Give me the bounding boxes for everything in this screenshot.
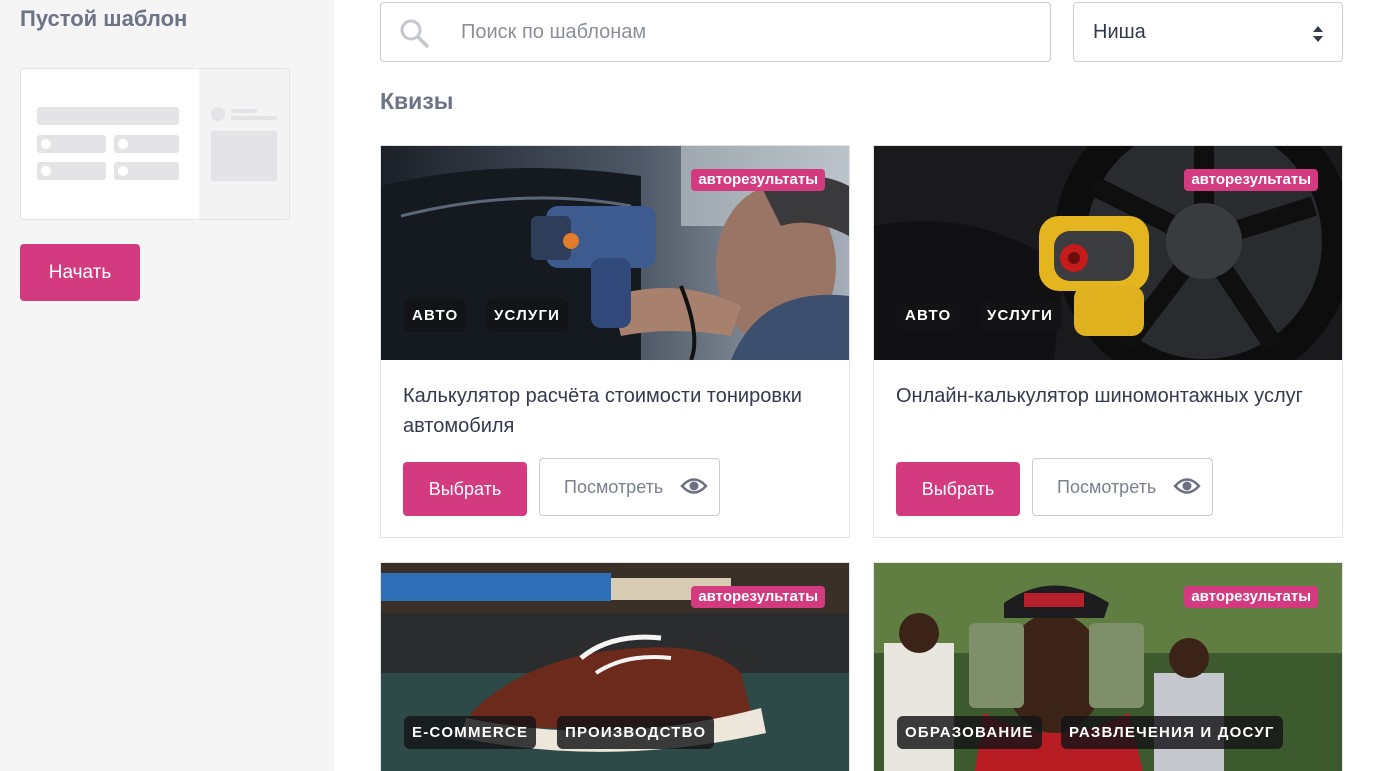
- preview-skeleton-line: [231, 109, 257, 113]
- tag-badge: E-COMMERCE: [404, 716, 537, 749]
- preview-button[interactable]: Посмотреть: [539, 458, 720, 516]
- template-card: авторезультаты АВТО УСЛУГИ Онлайн-кальку…: [873, 145, 1343, 538]
- tag-badge: ОБРАЗОВАНИЕ: [897, 716, 1042, 749]
- auto-results-badge: авторезультаты: [691, 169, 825, 191]
- tag-badge: УСЛУГИ: [486, 299, 569, 332]
- template-card: авторезультаты АВТО УСЛУГИ Калькулятор р…: [380, 145, 850, 538]
- eye-icon: [680, 478, 708, 494]
- niche-select-value: Ниша: [1093, 21, 1146, 43]
- niche-select[interactable]: Ниша: [1073, 2, 1343, 62]
- blank-template-title: Пустой шаблон: [20, 6, 188, 31]
- preview-side-panel: [199, 69, 289, 219]
- tag-badge: АВТО: [404, 299, 467, 332]
- tag-badge: РАЗВЛЕЧЕНИЯ И ДОСУГ: [1061, 716, 1283, 749]
- preview-skeleton-radio: [118, 166, 128, 176]
- card-image[interactable]: авторезультаты АВТО УСЛУГИ: [381, 146, 849, 360]
- preview-skeleton-image: [211, 131, 277, 181]
- auto-results-badge: авторезультаты: [691, 586, 825, 608]
- sidebar: Пустой шаблон Начать: [0, 0, 334, 771]
- card-image[interactable]: авторезультаты E-COMMERCE ПРОИЗВОДСТВО: [381, 563, 849, 771]
- preview-skeleton-avatar: [211, 107, 225, 121]
- auto-results-badge: авторезультаты: [1184, 169, 1318, 191]
- preview-button-label: Посмотреть: [564, 477, 664, 497]
- tag-badge: ПРОИЗВОДСТВО: [557, 716, 715, 749]
- card-title[interactable]: Калькулятор расчёта стоимости тонировки …: [403, 381, 823, 441]
- search-icon: [400, 19, 429, 48]
- card-title[interactable]: Онлайн-калькулятор шиномонтажных услуг: [896, 381, 1316, 411]
- auto-results-badge: авторезультаты: [1184, 586, 1318, 608]
- sort-arrows-icon: [1313, 26, 1323, 42]
- choose-button[interactable]: Выбрать: [403, 462, 527, 516]
- template-card: авторезультаты E-COMMERCE ПРОИЗВОДСТВО: [380, 562, 850, 771]
- start-button[interactable]: Начать: [20, 244, 140, 301]
- card-image[interactable]: авторезультаты ОБРАЗОВАНИЕ РАЗВЛЕЧЕНИЯ И…: [874, 563, 1342, 771]
- template-search: [380, 2, 1051, 62]
- preview-skeleton-radio: [41, 166, 51, 176]
- preview-button[interactable]: Посмотреть: [1032, 458, 1213, 516]
- template-card: авторезультаты ОБРАЗОВАНИЕ РАЗВЛЕЧЕНИЯ И…: [873, 562, 1343, 771]
- blank-template-preview[interactable]: [20, 68, 290, 220]
- preview-skeleton-radio: [118, 139, 128, 149]
- preview-skeleton-radio: [41, 139, 51, 149]
- section-title-quizzes: Квизы: [380, 88, 454, 114]
- search-input[interactable]: [461, 3, 1021, 61]
- choose-button[interactable]: Выбрать: [896, 462, 1020, 516]
- tag-badge: УСЛУГИ: [979, 299, 1062, 332]
- tag-badge: АВТО: [897, 299, 960, 332]
- preview-skeleton-bar: [37, 107, 179, 125]
- eye-icon: [1173, 478, 1201, 494]
- preview-button-label: Посмотреть: [1057, 477, 1157, 497]
- preview-skeleton-line: [231, 116, 277, 120]
- card-image[interactable]: авторезультаты АВТО УСЛУГИ: [874, 146, 1342, 360]
